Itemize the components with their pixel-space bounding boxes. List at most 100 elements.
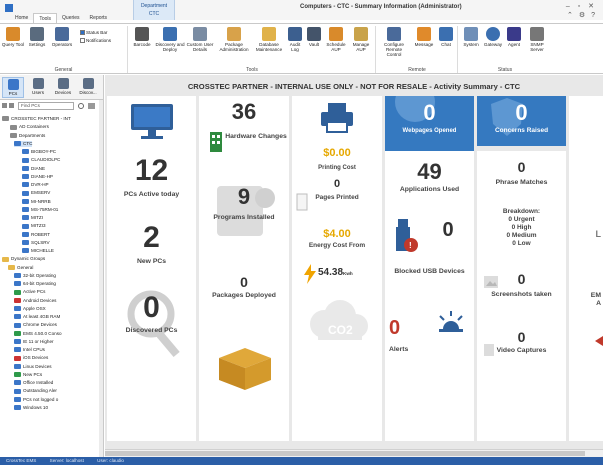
programs-installed-count[interactable]: 9 [199,184,289,210]
notifications-checkbox[interactable]: Notifications [80,38,111,44]
phrase-matches-count[interactable]: 0 [477,159,566,175]
context-tab-group[interactable]: Department CTC [133,0,175,20]
tree-dynamic-group-item[interactable]: EMS 4.50.0 Conso [14,331,62,337]
tree-pc-item[interactable]: MS-75RM-01 [22,207,58,213]
tree-dynamic-group-item[interactable]: Android Devices [14,298,56,304]
pcs-view-button[interactable]: PCs [2,77,24,98]
devices-view-button[interactable]: Devices [52,77,74,95]
vault-button[interactable]: Vault [305,27,323,47]
discovery-deploy-button[interactable]: Discovery and Deploy [155,27,185,52]
packages-deployed-count[interactable]: 0 [199,274,289,290]
custom-user-details-button[interactable]: Custom User Details [186,27,214,52]
tree-dynamic-group-item[interactable]: iOS Devices [14,355,48,361]
new-pcs-count[interactable]: 2 [107,221,196,255]
quick-access-icons[interactable]: ⌃ ⚙ ? [567,11,597,19]
tree-departments[interactable]: Departments [10,133,45,139]
chat-button[interactable]: Chat [436,27,456,47]
discovery-view-button[interactable]: Discov... [77,77,99,95]
tree-ad-containers[interactable]: AD Containers [10,124,49,130]
list-icon[interactable] [9,103,14,108]
tab-home[interactable]: Home [10,13,33,23]
agent-button[interactable]: Agent [504,27,524,47]
pcs-active-count[interactable]: 12 [107,154,196,188]
tree-dynamic-group-item[interactable]: Outstanding Aler [14,388,57,394]
tree-dynamic-group-item[interactable]: New PCs [14,372,42,378]
database-maintenance-button[interactable]: Database Maintenance [253,27,285,52]
minimize-ribbon-icon[interactable]: ⌃ [567,12,575,19]
operators-button[interactable]: Operators [50,27,74,47]
app-menu-icon[interactable] [5,4,13,12]
status-bar-checkbox[interactable]: Status Bar [80,30,107,36]
audit-log-button[interactable]: Audit Log [286,27,304,52]
horizontal-scroll-thumb[interactable] [105,451,585,456]
configure-remote-control-button[interactable]: Configure Remote Control [378,27,410,57]
energy-kwh[interactable]: 54.38Kwh [318,267,353,278]
window-controls[interactable]: – ▫ ✕ [566,2,597,10]
tree-general-group[interactable]: General [8,265,33,271]
schedule-aup-button[interactable]: Schedule AUP [324,27,348,52]
tree-dynamic-groups[interactable]: Dynamic Groups [2,256,45,262]
tree-dynamic-group-item[interactable]: Apple OSX [14,306,46,312]
tree-dynamic-group-item[interactable]: 64-bit Operating [14,281,56,287]
blocked-usb-count[interactable]: 0 [433,219,463,242]
help-icon[interactable]: ? [591,12,597,19]
alerts-count[interactable]: 0 [389,317,409,340]
tree-node-label: New PCs [23,371,43,377]
tab-reports[interactable]: Reports [85,13,113,23]
tree-pc-item[interactable]: SQLSRV [22,240,50,246]
tree-pc-item[interactable]: MI-NRRB [22,199,51,205]
applications-used-count[interactable]: 49 [385,159,474,185]
tree-dynamic-group-item[interactable]: Office Installed [14,380,53,386]
tree-pc-item[interactable]: DIANE-HP [22,174,53,180]
query-tool-button[interactable]: Query Tool [1,27,25,47]
gateway-button[interactable]: Gateway [482,27,504,47]
tree-dynamic-group-item[interactable]: PCs not logged o [14,397,58,403]
tree-pc-item[interactable]: BIGBOY-PC [22,149,56,155]
snmp-server-button[interactable]: SNMP Server [525,27,549,52]
pages-printed-count[interactable]: 0 [292,178,382,190]
users-view-button[interactable]: Users [27,77,49,95]
webpages-opened-count[interactable]: 0 [385,100,474,126]
tree-pc-item[interactable]: EMSERV [22,190,50,196]
tree-dynamic-group-item[interactable]: IE 11 or Higher [14,339,54,345]
tree-root[interactable]: CROSSTEC PARTNER - INT [2,116,71,122]
concerns-raised-count[interactable]: 0 [477,100,566,126]
tree-dynamic-group-item[interactable]: Active PCs [14,289,45,295]
tree-dynamic-group-item[interactable]: Windows 10 [14,405,48,411]
tree-dynamic-group-item[interactable]: 32-bit Operating [14,273,56,279]
tree-pc-item[interactable]: DVR-HP [22,182,49,188]
left-pane-toolbar: PCs Users Devices Discov... [0,75,104,100]
tree-pc-item[interactable]: DIANE [22,166,45,172]
tree-pc-item[interactable]: ROBERT [22,232,50,238]
context-tab-ctc[interactable]: CTC [134,10,174,18]
message-button[interactable]: Message [412,27,436,47]
search-icon[interactable] [78,103,84,109]
grid-icon[interactable] [2,103,7,108]
printing-cost-value[interactable]: $0.00 [292,147,382,159]
tree-pc-item[interactable]: MITZI3 [22,223,46,229]
find-pcs-input[interactable]: Find PCs [18,102,74,110]
tree-dynamic-group-item[interactable]: Intel CPUs [14,347,45,353]
filter-icon[interactable] [88,103,95,109]
energy-cost-value[interactable]: $4.00 [292,228,382,240]
tree-pc-item[interactable]: CLAUDIOLPC [22,157,60,163]
vertical-scrollbar[interactable] [99,100,103,457]
barcode-button[interactable]: Barcode [130,27,154,47]
tree-pc-item[interactable]: MICHELLE [22,248,54,254]
hardware-changes-count[interactable]: 36 [199,99,289,125]
settings-button[interactable]: Settings [25,27,49,47]
tab-tools[interactable]: Tools [33,13,58,23]
horizontal-scrollbar[interactable] [105,449,603,457]
screenshots-count[interactable]: 0 [477,271,566,287]
system-button[interactable]: System [460,27,482,47]
tree-dynamic-group-item[interactable]: At least 4GB RAM [14,314,60,320]
manage-aup-button[interactable]: Manage AUP [349,27,373,52]
settings-icon[interactable]: ⚙ [579,12,587,19]
tab-queries[interactable]: Queries [57,13,85,23]
tree-dynamic-group-item[interactable]: Linux Devices [14,364,52,370]
tree-pc-item[interactable]: MITZI [22,215,43,221]
tree-department-ctc[interactable]: CTC [14,140,33,147]
tree-dynamic-group-item[interactable]: Chrome Devices [14,322,57,328]
discovered-pcs-count[interactable]: 0 [107,291,196,325]
package-admin-button[interactable]: Package Administration [216,27,252,52]
